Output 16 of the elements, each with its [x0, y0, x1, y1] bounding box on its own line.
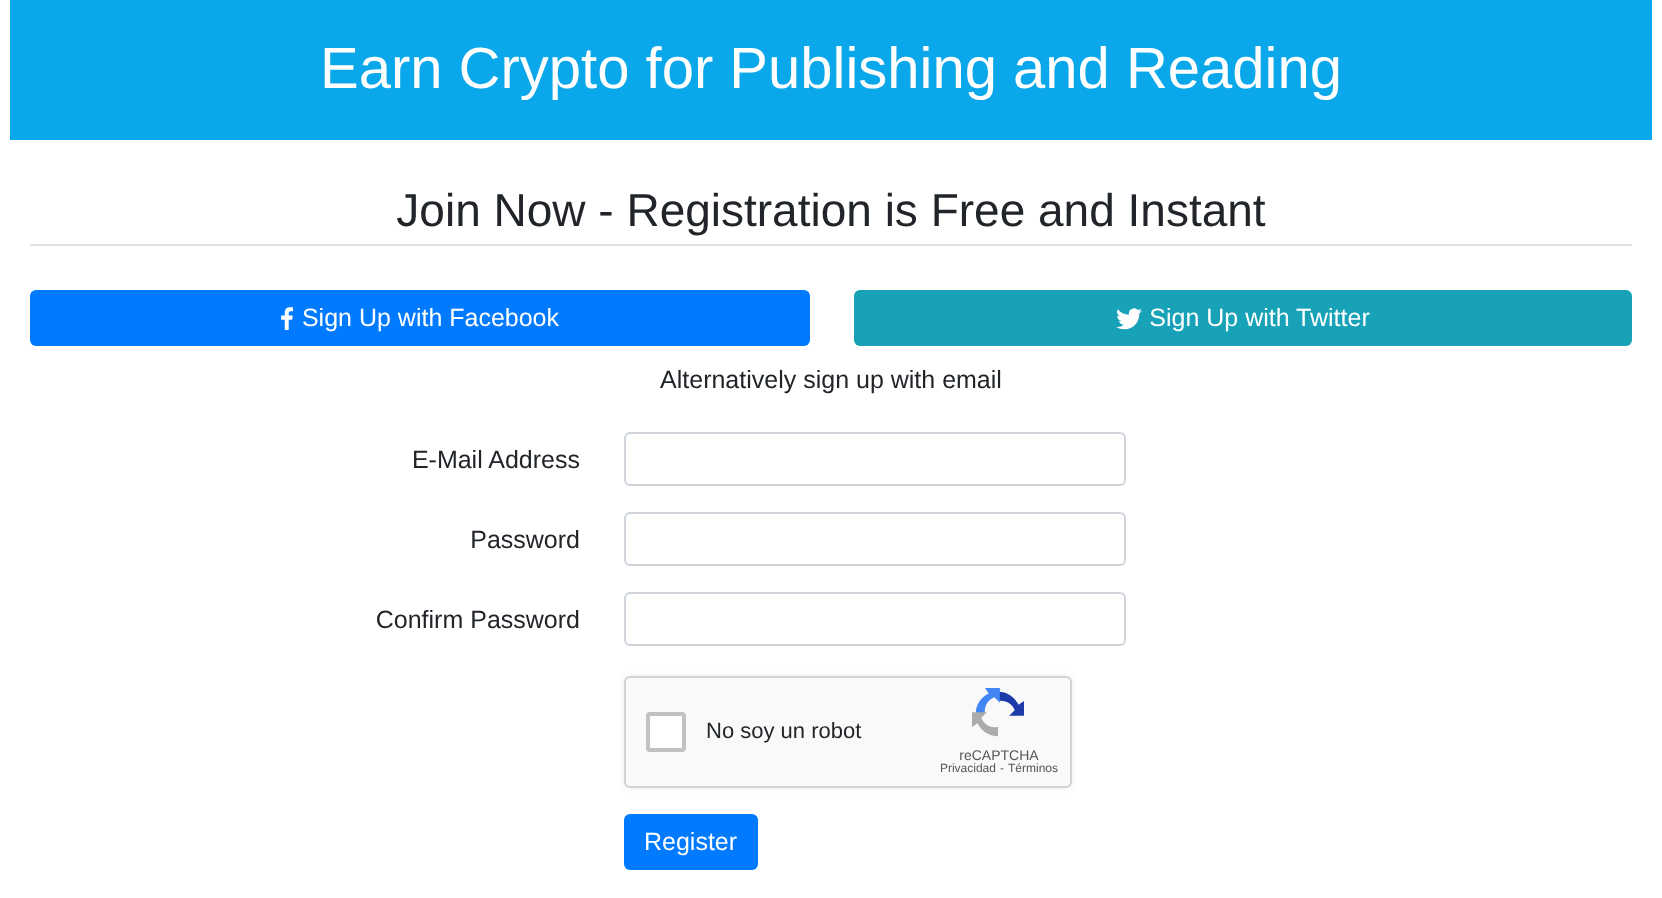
facebook-button[interactable]: Sign Up with Facebook [30, 290, 809, 346]
twitter-button[interactable]: Sign Up with Twitter [853, 290, 1632, 346]
alternative-text: Alternatively sign up with email [658, 366, 1004, 394]
field-label: E-Mail Address [409, 445, 582, 473]
register-button[interactable]: Register [624, 814, 758, 870]
facebook-icon [279, 306, 294, 330]
page-heading: Join Now - Registration is Free and Instant [30, 184, 1632, 246]
site-title: Earn Crypto for Publishing and Reading [319, 37, 1343, 103]
field-label: Confirm Password [373, 605, 582, 633]
captcha-label: No soy un robot [706, 720, 864, 744]
input-field[interactable] [624, 432, 1126, 486]
input-field[interactable] [624, 592, 1126, 646]
bird-icon [1115, 307, 1142, 329]
field-label: Password [468, 525, 582, 553]
input-field[interactable] [624, 512, 1126, 566]
captcha-checkbox[interactable] [646, 712, 686, 752]
